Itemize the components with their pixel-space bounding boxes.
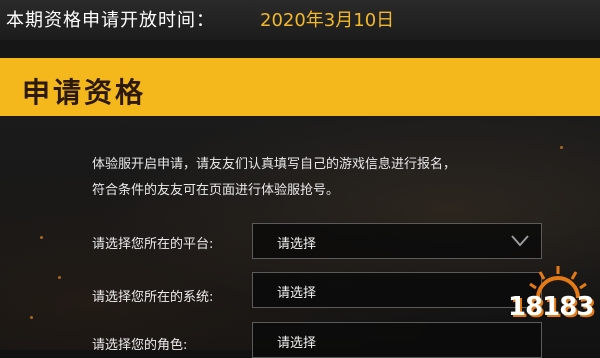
ember-particle	[40, 236, 43, 239]
divider	[0, 40, 600, 58]
role-select[interactable]: 请选择	[252, 322, 542, 358]
ember-particle	[560, 146, 563, 149]
intro-line-1: 体验服开启申请，请友友们认真填写自己的游戏信息进行报名，	[92, 157, 457, 172]
role-select-value: 请选择	[277, 336, 317, 351]
platform-select[interactable]: 请选择	[252, 223, 542, 259]
chevron-down-icon	[511, 235, 529, 247]
section-title: 申请资格	[22, 76, 147, 109]
watermark-text: 18183	[508, 292, 594, 322]
open-time-label: 本期资格申请开放时间：	[6, 10, 215, 31]
open-time-value: 2020年3月10日	[260, 10, 395, 31]
system-select[interactable]: 请选择	[252, 272, 542, 308]
intro-text: 体验服开启申请，请友友们认真填写自己的游戏信息进行报名， 符合条件的友友可在页面…	[92, 152, 562, 204]
system-select-value: 请选择	[277, 286, 317, 301]
system-label: 请选择您所在的系统:	[92, 290, 214, 305]
site-watermark-logo: 18183	[508, 262, 600, 350]
ember-particle	[58, 276, 61, 279]
role-label: 请选择您的角色:	[92, 338, 188, 353]
platform-label: 请选择您所在的平台:	[92, 237, 214, 252]
top-bar: 本期资格申请开放时间： 2020年3月10日	[0, 0, 600, 40]
section-header: 申请资格	[0, 58, 600, 116]
platform-select-value: 请选择	[277, 237, 317, 252]
intro-line-2: 符合条件的友友可在页面进行体验服抢号。	[92, 183, 340, 198]
ember-particle	[30, 316, 33, 319]
